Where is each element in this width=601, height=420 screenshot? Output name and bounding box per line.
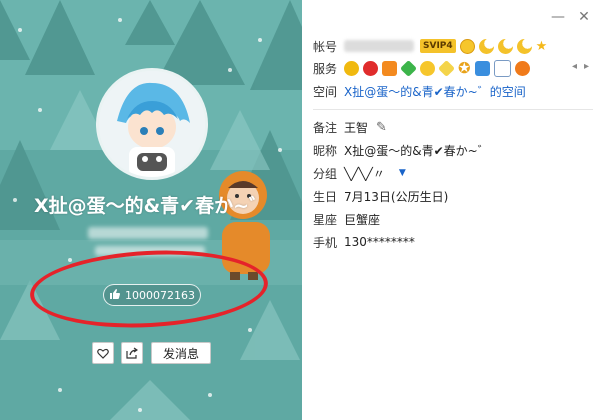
- moon-icon[interactable]: [516, 38, 532, 54]
- close-button[interactable]: ✕: [576, 9, 592, 25]
- qq-penguin-icon[interactable]: [344, 60, 359, 76]
- thumbs-up-icon: [109, 288, 121, 303]
- edit-pencil-icon[interactable]: ✎: [376, 120, 387, 135]
- photo-icon[interactable]: [474, 60, 490, 76]
- nickname-value: X扯@蛋～的&青✔春か~゛: [344, 143, 490, 158]
- send-message-button[interactable]: 发消息: [151, 342, 211, 364]
- remark-row: 备注 王智 ✎: [313, 118, 387, 136]
- star-icon[interactable]: ★: [536, 39, 548, 54]
- account-number-blurred: [344, 40, 414, 52]
- star-badge-icon[interactable]: ✪: [458, 59, 471, 77]
- group-value: ╲╱╲╱〃: [344, 166, 385, 181]
- account-row: 帐号 SVIP4 ★: [313, 37, 547, 55]
- group-label: 分组: [313, 166, 338, 181]
- dropdown-arrow-icon: ▼: [398, 168, 406, 178]
- services-row: 服务 ✪: [313, 59, 534, 77]
- mail-icon[interactable]: [493, 59, 511, 77]
- diamond-green-icon[interactable]: [400, 59, 417, 77]
- group-dropdown[interactable]: ╲╱╲╱〃 ▼: [344, 165, 406, 182]
- like-button[interactable]: 1000072163: [103, 284, 201, 306]
- heart-gem-icon[interactable]: [382, 60, 397, 76]
- phone-value: 130********: [344, 235, 415, 249]
- avatar[interactable]: [96, 68, 208, 180]
- remark-value: 王智: [344, 120, 369, 135]
- chevron-left-icon[interactable]: ◂: [572, 61, 577, 72]
- chevron-right-icon[interactable]: ▸: [584, 61, 589, 72]
- birthday-label: 生日: [313, 189, 338, 204]
- like-count: 1000072163: [125, 288, 195, 302]
- blurred-account-line: [88, 227, 208, 239]
- qq-icon[interactable]: [363, 60, 378, 76]
- music-icon[interactable]: [514, 60, 530, 76]
- sun-icon[interactable]: [459, 38, 475, 54]
- services-label: 服务: [313, 61, 338, 76]
- diamond-yellow-icon[interactable]: [438, 59, 455, 77]
- heart-outline-icon: [97, 344, 109, 363]
- space-row: 空间 X扯@蛋～的&青✔春か~゛的空间: [313, 82, 526, 100]
- favorite-button[interactable]: [92, 342, 114, 364]
- info-panel: — ✕ 帐号 SVIP4 ★ 服务 ✪ ◂ ▸ 空间 X扯@蛋～的&青✔春か~゛…: [302, 0, 601, 420]
- phone-row: 手机 130********: [313, 233, 415, 251]
- game-icon[interactable]: [420, 60, 435, 76]
- nickname-row: 昵称 X扯@蛋～的&青✔春か~゛: [313, 141, 490, 159]
- nickname-label: 昵称: [313, 143, 338, 158]
- divider: [313, 109, 593, 110]
- birthday-row: 生日 7月13日(公历生日): [313, 187, 448, 205]
- zodiac-row: 星座 巨蟹座: [313, 210, 380, 228]
- share-button[interactable]: [121, 342, 143, 364]
- profile-card: X扯@蛋～的&青✔春か~゛ 1000072163 发消息: [0, 0, 302, 420]
- phone-label: 手机: [313, 235, 338, 250]
- minimize-button[interactable]: —: [550, 9, 566, 25]
- share-icon: [126, 344, 139, 363]
- remark-label: 备注: [313, 120, 338, 135]
- moon-icon[interactable]: [497, 38, 513, 54]
- zodiac-label: 星座: [313, 212, 338, 227]
- group-row: 分组 ╲╱╲╱〃 ▼: [313, 164, 406, 182]
- profile-display-name: X扯@蛋～的&青✔春か~゛: [33, 195, 269, 217]
- account-label: 帐号: [313, 39, 338, 54]
- svip-badge[interactable]: SVIP4: [420, 39, 456, 53]
- space-link[interactable]: X扯@蛋～的&青✔春か~゛的空间: [344, 83, 526, 100]
- space-label: 空间: [313, 84, 338, 99]
- moon-icon[interactable]: [478, 38, 494, 54]
- zodiac-value: 巨蟹座: [344, 212, 381, 227]
- birthday-value: 7月13日(公历生日): [344, 189, 449, 204]
